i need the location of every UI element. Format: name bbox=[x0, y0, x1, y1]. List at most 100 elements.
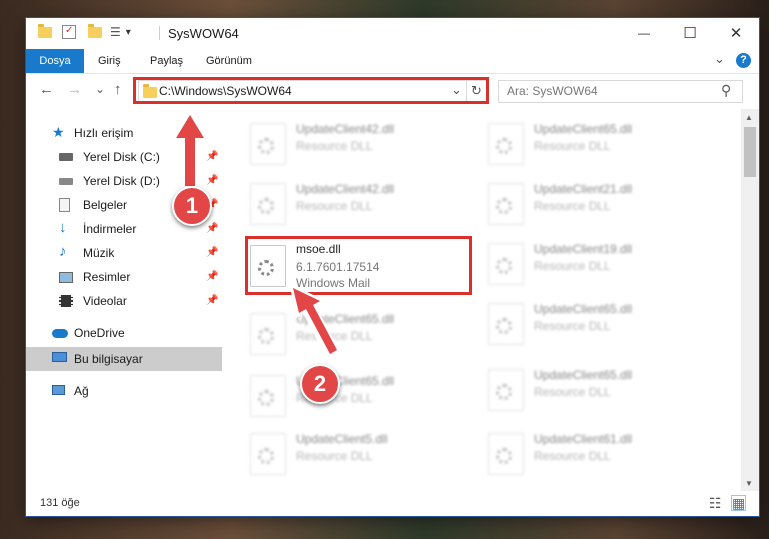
pin-icon[interactable]: 📌 bbox=[206, 295, 218, 306]
title-divider bbox=[159, 26, 160, 40]
ribbon-expand-icon[interactable]: ⌄ bbox=[714, 51, 725, 67]
minimize-button[interactable]: — bbox=[621, 18, 667, 49]
quick-access-dropdown[interactable]: ▾ bbox=[126, 27, 131, 38]
file-item[interactable]: UpdateClient21.dll Resource DLL bbox=[488, 179, 708, 231]
step-marker-2: 2 bbox=[300, 364, 340, 404]
file-item[interactable]: UpdateClient65.dll Resource DLL bbox=[488, 119, 708, 171]
properties-icon[interactable]: ✓ bbox=[62, 25, 76, 39]
pin-icon[interactable]: 📌 bbox=[206, 271, 218, 282]
file-item[interactable]: UpdateClient19.dll Resource DLL bbox=[488, 239, 708, 291]
dll-file-icon bbox=[250, 313, 286, 355]
back-button[interactable]: ← bbox=[39, 81, 54, 98]
file-name: UpdateClient5.dll bbox=[296, 432, 388, 446]
file-item[interactable]: UpdateClient65.dll Resource DLL bbox=[488, 299, 708, 351]
dll-file-icon bbox=[488, 243, 524, 285]
file-item[interactable]: UpdateClient42.dll Resource DLL bbox=[250, 179, 470, 231]
file-type: Resource DLL bbox=[296, 139, 373, 153]
sidebar-item-videos[interactable]: Videolar 📌 bbox=[26, 289, 222, 313]
navigation-bar: ← → ⌄ ↑ C:\Windows\SysWOW64 ⌄ ↻ Ara: Sys… bbox=[26, 73, 759, 109]
window-title: SysWOW64 bbox=[168, 26, 239, 41]
file-name: UpdateClient65.dll bbox=[534, 122, 633, 136]
tiles-view-icon[interactable]: ▦ bbox=[731, 495, 747, 511]
file-item[interactable]: UpdateClient5.dll Resource DLL bbox=[250, 429, 470, 481]
tab-gorunum[interactable]: Görünüm bbox=[206, 49, 252, 73]
scroll-down-button[interactable]: ▼ bbox=[745, 479, 753, 488]
status-bar: 131 öğe ☷ ▦ bbox=[26, 491, 759, 516]
sidebar-item-label: Bu bilgisayar bbox=[74, 352, 143, 366]
maximize-button[interactable]: ☐ bbox=[667, 18, 713, 49]
sidebar-item-label: Resimler bbox=[83, 270, 131, 284]
file-type: Resource DLL bbox=[534, 449, 611, 463]
sidebar-item-this-pc[interactable]: Bu bilgisayar bbox=[26, 347, 222, 371]
file-highlight-box bbox=[245, 236, 472, 295]
pin-icon[interactable]: 📌 bbox=[206, 151, 218, 162]
file-name: UpdateClient42.dll bbox=[296, 182, 395, 196]
folder-icon bbox=[38, 23, 52, 38]
scroll-up-button[interactable]: ▲ bbox=[745, 113, 753, 122]
network-icon bbox=[52, 385, 65, 395]
file-list: UpdateClient42.dll Resource DLL UpdateCl… bbox=[222, 109, 741, 491]
file-name: UpdateClient42.dll bbox=[296, 122, 395, 136]
forward-button[interactable]: → bbox=[67, 81, 82, 98]
sidebar-item-label: İndirmeler bbox=[83, 222, 137, 236]
up-button[interactable]: ↑ bbox=[114, 81, 122, 98]
file-type: Resource DLL bbox=[296, 199, 373, 213]
navigation-pane: ★ Hızlı erişim Yerel Disk (C:) 📌 Yerel D… bbox=[26, 109, 222, 491]
pin-icon[interactable]: 📌 bbox=[206, 223, 218, 234]
tab-dosya[interactable]: Dosya bbox=[26, 49, 84, 73]
sidebar-item-label: Yerel Disk (D:) bbox=[83, 174, 160, 188]
vertical-scrollbar[interactable]: ▲ ▼ bbox=[741, 109, 759, 491]
step-marker-1: 1 bbox=[172, 186, 212, 226]
dll-file-icon bbox=[250, 183, 286, 225]
sidebar-item-pictures[interactable]: Resimler 📌 bbox=[26, 265, 222, 289]
scroll-thumb[interactable] bbox=[744, 127, 756, 177]
file-item[interactable]: UpdateClient65.dll Resource DLL bbox=[488, 365, 708, 417]
file-item[interactable]: UpdateClient65.dll Resource DLL bbox=[250, 309, 470, 361]
tab-paylas[interactable]: Paylaş bbox=[150, 49, 183, 73]
pin-icon[interactable]: 📌 bbox=[206, 175, 218, 186]
sidebar-item-label: Müzik bbox=[83, 246, 115, 260]
quick-access-toolbar: ✓ ☰ ▾ bbox=[38, 23, 131, 39]
sidebar-item-label: Hızlı erişim bbox=[74, 126, 134, 140]
file-name: UpdateClient65.dll bbox=[534, 302, 633, 316]
details-view-icon[interactable]: ☷ bbox=[709, 495, 722, 512]
address-highlight-box bbox=[133, 77, 489, 104]
search-box[interactable]: Ara: SysWOW64 ⚲ bbox=[498, 80, 743, 103]
sidebar-item-quick-access[interactable]: ★ Hızlı erişim bbox=[26, 121, 222, 145]
recent-locations-button[interactable]: ⌄ bbox=[95, 82, 105, 96]
sidebar-item-network[interactable]: Ağ bbox=[26, 379, 222, 403]
dll-file-icon bbox=[488, 369, 524, 411]
dll-file-icon bbox=[250, 123, 286, 165]
file-item[interactable]: UpdateClient42.dll Resource DLL bbox=[250, 119, 470, 171]
sidebar-item-onedrive[interactable]: OneDrive bbox=[26, 321, 222, 345]
item-count: 131 öğe bbox=[40, 497, 80, 509]
close-button[interactable]: ✕ bbox=[713, 18, 759, 49]
file-explorer-window: ✓ ☰ ▾ SysWOW64 — ☐ ✕ Dosya Giriş Paylaş … bbox=[26, 18, 759, 516]
drive-icon bbox=[59, 178, 73, 185]
pin-icon[interactable]: 📌 bbox=[206, 247, 218, 258]
help-icon[interactable]: ? bbox=[736, 53, 751, 68]
file-name: UpdateClient61.dll bbox=[534, 432, 633, 446]
download-icon: ↓ bbox=[59, 219, 67, 236]
dll-file-icon bbox=[488, 183, 524, 225]
dll-file-icon bbox=[488, 303, 524, 345]
drive-icon bbox=[59, 153, 73, 161]
computer-icon bbox=[52, 352, 67, 362]
film-icon bbox=[59, 295, 73, 307]
file-item[interactable]: UpdateClient61.dll Resource DLL bbox=[488, 429, 708, 481]
file-name: UpdateClient21.dll bbox=[534, 182, 633, 196]
tab-giris[interactable]: Giriş bbox=[98, 49, 121, 73]
file-type: Resource DLL bbox=[534, 259, 611, 273]
file-name: UpdateClient19.dll bbox=[534, 242, 633, 256]
dll-file-icon bbox=[250, 375, 286, 417]
sidebar-item-local-disk-c[interactable]: Yerel Disk (C:) 📌 bbox=[26, 145, 222, 169]
file-item[interactable]: UpdateClient65.dll Resource DLL bbox=[250, 371, 470, 423]
search-icon[interactable]: ⚲ bbox=[721, 82, 731, 99]
file-type: Resource DLL bbox=[296, 329, 373, 343]
sidebar-item-label: Ağ bbox=[74, 384, 89, 398]
customize-toolbar-icon[interactable]: ☰ bbox=[110, 25, 121, 39]
new-folder-icon[interactable] bbox=[88, 23, 102, 38]
sidebar-item-music[interactable]: ♪ Müzik 📌 bbox=[26, 241, 222, 265]
pictures-icon bbox=[59, 272, 73, 283]
ribbon-tab-bar: Dosya Giriş Paylaş Görünüm ⌄ ? bbox=[26, 49, 759, 74]
